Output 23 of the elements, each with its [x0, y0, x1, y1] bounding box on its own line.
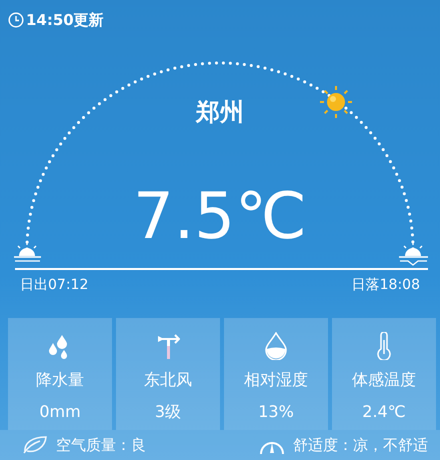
thermometer-icon [376, 332, 392, 360]
sunrise-icon [14, 242, 41, 262]
comfort-level: 舒适度：凉，不舒适 [293, 434, 428, 456]
sun-icon [318, 84, 354, 120]
temperature: 7.5℃ [133, 180, 307, 254]
metric-label: 体感温度 [352, 370, 416, 390]
leaf-icon [22, 435, 48, 455]
sunset-time: 日落18:08 [352, 277, 420, 293]
metric-value: 3级 [154, 402, 182, 422]
metric-label: 相对湿度 [244, 370, 308, 390]
sunrise-time: 日出07:12 [20, 277, 88, 293]
wind-vane-icon [156, 334, 180, 360]
metric-label: 降水量 [36, 370, 84, 390]
update-time: 14:50更新 [26, 10, 104, 31]
metric-label: 东北风 [144, 370, 192, 390]
sunset-icon [399, 242, 428, 266]
clock-icon [8, 12, 24, 28]
water-drop-icon [264, 332, 288, 360]
air-quality: 空气质量：良 [56, 434, 146, 456]
metric-value: 2.4℃ [362, 402, 406, 422]
metric-value: 0mm [39, 402, 81, 422]
metric-value: 13% [258, 402, 294, 422]
city-name: 郑州 [196, 98, 244, 126]
